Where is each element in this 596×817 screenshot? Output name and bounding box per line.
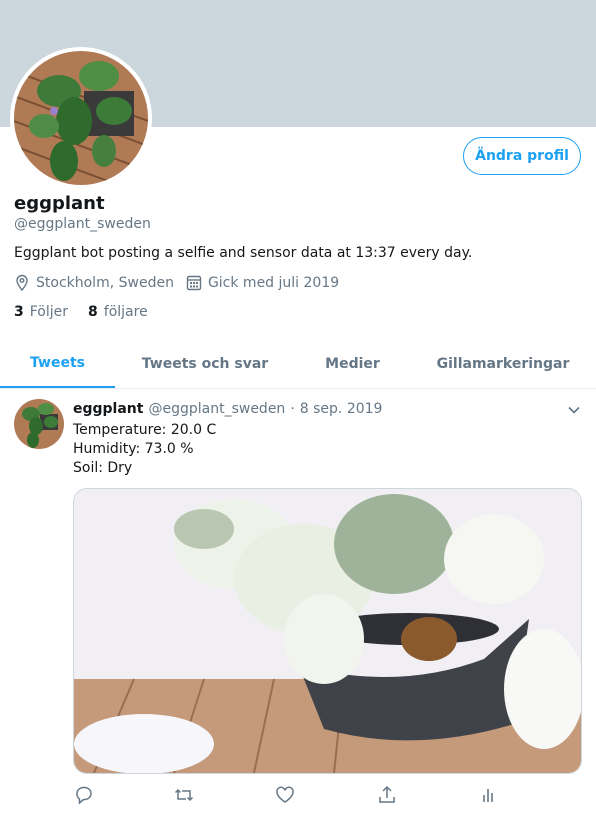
profile-meta: Stockholm, Sweden Gick med juli 2019 (14, 274, 339, 292)
tweet-separator: · (290, 401, 295, 417)
share-icon[interactable] (376, 784, 398, 806)
calendar-icon (186, 275, 202, 291)
tweet-date[interactable]: 8 sep. 2019 (300, 401, 383, 417)
tweet-header: eggplant @eggplant_sweden · 8 sep. 2019 (73, 401, 387, 417)
tweet-author-name[interactable]: eggplant (73, 401, 143, 417)
tweet[interactable]: eggplant @eggplant_sweden · 8 sep. 2019 … (0, 389, 596, 817)
profile-avatar-image (14, 51, 148, 185)
tweet-line-soil: Soil: Dry (73, 460, 133, 476)
following-count: 3 (14, 304, 24, 320)
tweet-photo[interactable] (73, 488, 582, 774)
tweet-avatar[interactable] (14, 399, 64, 449)
profile-location: Stockholm, Sweden (36, 275, 174, 291)
profile-tabs: Tweets Tweets och svar Medier Gillamarke… (0, 340, 596, 389)
profile-joined: Gick med juli 2019 (207, 275, 340, 291)
tweet-avatar-image (14, 399, 64, 449)
reply-icon[interactable] (73, 784, 95, 806)
followers-count: 8 (88, 304, 98, 320)
analytics-icon[interactable] (477, 784, 499, 806)
chevron-down-icon[interactable] (566, 402, 582, 418)
edit-profile-button[interactable]: Ändra profil (463, 137, 581, 175)
tab-media[interactable]: Medier (295, 340, 410, 387)
tab-tweets[interactable]: Tweets (0, 340, 115, 388)
eggplant-photo-image (74, 489, 581, 773)
following-link[interactable]: 3 Följer (14, 304, 68, 320)
tweet-actions (73, 784, 582, 808)
following-label: Följer (29, 304, 69, 320)
tab-likes[interactable]: Gillamarkeringar (410, 340, 596, 387)
heart-icon[interactable] (274, 784, 296, 806)
followers-link[interactable]: 8 följare (88, 304, 148, 320)
tweet-line-temperature: Temperature: 20.0 C (73, 422, 217, 438)
tab-tweets-and-replies[interactable]: Tweets och svar (115, 340, 295, 387)
tweet-line-humidity: Humidity: 73.0 % (73, 441, 194, 457)
tweet-author-handle[interactable]: @eggplant_sweden (148, 401, 285, 417)
profile-name: eggplant (14, 193, 105, 214)
profile-bio: Eggplant bot posting a selfie and sensor… (14, 245, 473, 261)
follow-stats: 3 Följer 8 följare (14, 304, 168, 320)
followers-label: följare (103, 304, 148, 320)
retweet-icon[interactable] (173, 784, 195, 806)
profile-avatar[interactable] (10, 47, 152, 189)
profile-handle: @eggplant_sweden (14, 216, 151, 232)
map-pin-icon (16, 274, 28, 292)
